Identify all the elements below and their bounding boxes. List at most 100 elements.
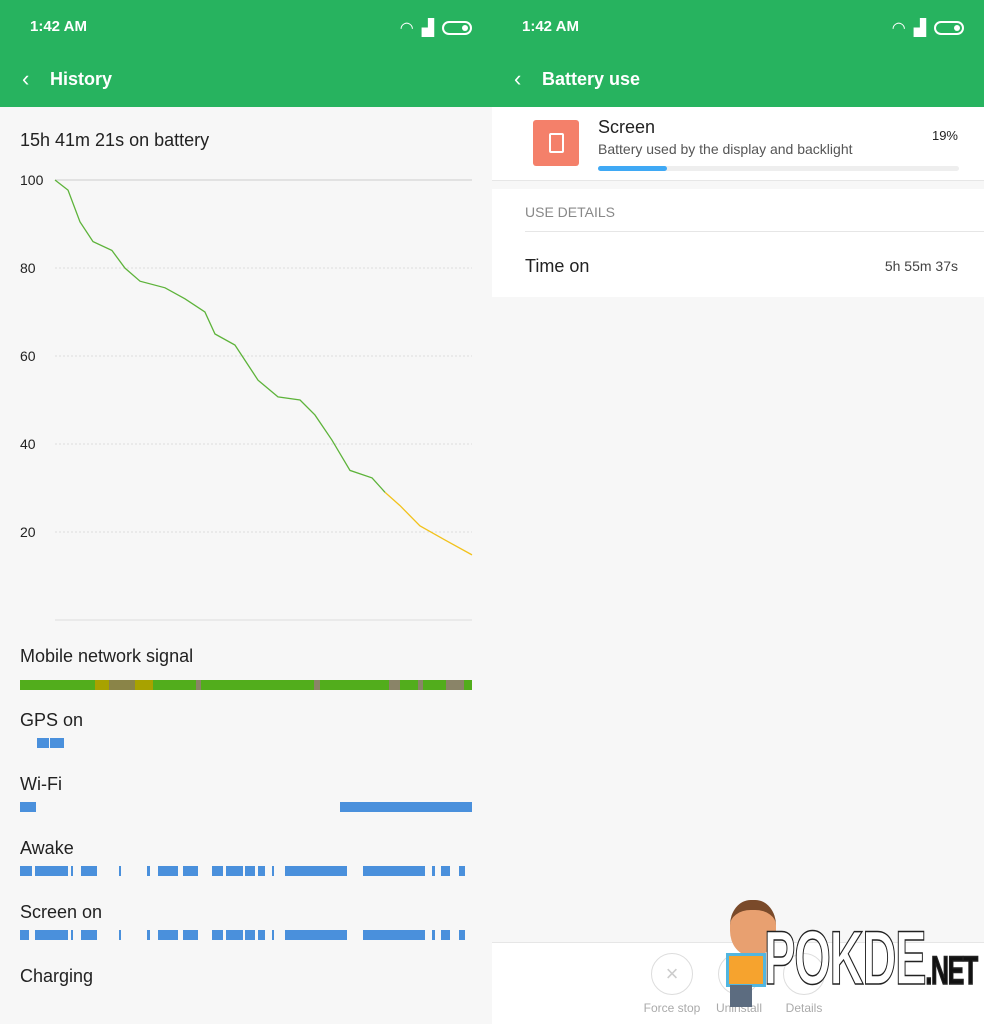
track-segment xyxy=(225,866,243,876)
track-segment xyxy=(363,866,426,876)
battery-icon xyxy=(934,21,964,35)
track-segment xyxy=(70,930,73,940)
track-segment xyxy=(272,930,275,940)
wifi-icon: ◠ xyxy=(891,20,906,37)
track-segment xyxy=(446,680,464,690)
app-bar: 1:42 AM ◠ ▟ ‹ Battery use xyxy=(492,0,984,107)
wifi-icon: ◠ xyxy=(399,20,414,37)
track-segment xyxy=(119,866,122,876)
status-time: 1:42 AM xyxy=(522,18,579,35)
status-icons: ◠ ▟ xyxy=(892,18,964,38)
battery-icon xyxy=(442,21,472,35)
history-screen: 1:42 AM ◠ ▟ ‹ History 15h 41m 21s on batt… xyxy=(0,0,492,1024)
watermark-logo: POKDE.NET xyxy=(764,915,979,1002)
section-header: USE DETAILS xyxy=(525,204,615,220)
track-segment xyxy=(459,866,465,876)
usage-percent: 19% xyxy=(931,128,958,143)
track-segment xyxy=(34,866,69,876)
track-segment xyxy=(388,680,401,690)
track-label: Wi-Fi xyxy=(20,774,62,794)
track-segment xyxy=(211,866,224,876)
track-segment xyxy=(147,930,150,940)
track-segment xyxy=(94,680,110,690)
status-time: 1:42 AM xyxy=(30,18,87,35)
y-tick-label: 80 xyxy=(20,260,36,276)
track-segment xyxy=(20,930,29,940)
usage-bar xyxy=(598,166,959,171)
track-bar xyxy=(20,866,472,876)
close-icon: × xyxy=(651,953,693,995)
battery-use-screen: 1:42 AM ◠ ▟ ‹ Battery use Screen Battery … xyxy=(492,0,984,1024)
track-segment xyxy=(36,738,49,748)
app-bar: 1:42 AM ◠ ▟ ‹ History xyxy=(0,0,492,107)
force-stop-button[interactable]: × Force stop xyxy=(642,953,702,1015)
track-segment xyxy=(201,680,314,690)
track-segment xyxy=(81,866,97,876)
usage-bar-fill xyxy=(598,166,667,171)
track-bar xyxy=(20,930,472,940)
track-label: Awake xyxy=(20,838,74,858)
back-icon[interactable]: ‹ xyxy=(514,66,521,92)
track-bar xyxy=(20,802,472,812)
track-segment xyxy=(135,680,153,690)
track-segment xyxy=(211,930,224,940)
track-segment xyxy=(225,930,243,940)
track-segment xyxy=(272,866,275,876)
screen-icon xyxy=(533,120,579,166)
y-tick-label: 60 xyxy=(20,348,36,364)
track-segment xyxy=(157,930,178,940)
track-segment xyxy=(70,866,73,876)
page-title: Battery use xyxy=(542,69,641,89)
track-segment xyxy=(431,930,435,940)
app-name: Screen xyxy=(598,117,656,137)
track-segment xyxy=(244,930,256,940)
track-segment xyxy=(20,680,95,690)
track-bar xyxy=(20,994,472,1004)
battery-line-low xyxy=(384,491,473,556)
track-segment xyxy=(34,930,69,940)
track-segment xyxy=(339,802,472,812)
track-bar xyxy=(20,738,472,748)
time-on-label: Time on xyxy=(525,256,590,276)
track-segment xyxy=(20,866,33,876)
track-segment xyxy=(463,680,472,690)
signal-icon: ▟ xyxy=(913,20,926,37)
track-label: Mobile network signal xyxy=(20,646,194,666)
track-segment xyxy=(20,802,37,812)
track-segment xyxy=(363,930,426,940)
track-segment xyxy=(183,866,199,876)
signal-icon: ▟ xyxy=(421,20,434,37)
track-label: Screen on xyxy=(20,902,103,922)
y-tick-label: 20 xyxy=(20,524,36,540)
track-segment xyxy=(257,866,265,876)
track-segment xyxy=(319,680,389,690)
track-segment xyxy=(109,680,136,690)
app-usage-card: Screen Battery used by the display and b… xyxy=(492,107,984,181)
y-tick-label: 100 xyxy=(20,172,44,188)
y-tick-label: 40 xyxy=(20,436,36,452)
track-segment xyxy=(423,680,447,690)
track-segment xyxy=(157,866,178,876)
status-icons: ◠ ▟ xyxy=(400,18,472,38)
track-segment xyxy=(147,866,150,876)
back-icon[interactable]: ‹ xyxy=(22,66,29,92)
track-segment xyxy=(285,866,347,876)
track-segment xyxy=(459,930,465,940)
app-desc: Battery used by the display and backligh… xyxy=(598,141,853,157)
track-bar xyxy=(20,680,472,690)
use-details: USE DETAILS Time on 5h 55m 37s xyxy=(492,189,984,297)
track-segment xyxy=(119,930,122,940)
track-segment xyxy=(440,866,450,876)
track-segment xyxy=(257,930,265,940)
track-label: Charging xyxy=(20,966,94,986)
track-segment xyxy=(440,930,450,940)
track-segment xyxy=(152,680,196,690)
battery-duration: 15h 41m 21s on battery xyxy=(20,130,210,150)
track-segment xyxy=(244,866,256,876)
track-segment xyxy=(81,930,97,940)
track-segment xyxy=(50,738,65,748)
track-segment xyxy=(431,866,435,876)
track-segment xyxy=(285,930,347,940)
page-title: History xyxy=(50,69,113,89)
track-segment xyxy=(400,680,418,690)
